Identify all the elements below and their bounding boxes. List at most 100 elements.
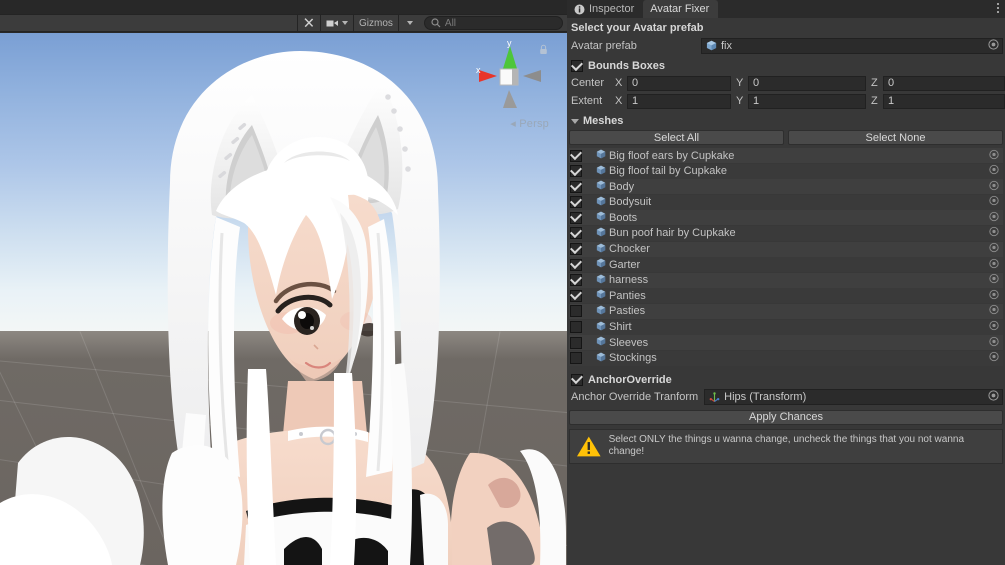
avatar-prefab-label: Avatar prefab xyxy=(571,39,637,52)
prefab-icon xyxy=(706,40,717,51)
mesh-row[interactable]: Chocker xyxy=(569,241,1003,257)
chevron-down-icon[interactable] xyxy=(571,118,579,124)
object-picker-icon[interactable] xyxy=(989,164,999,178)
axis-z-label: Z xyxy=(871,95,878,107)
object-picker-icon[interactable] xyxy=(989,320,999,334)
bounds-center-y-input[interactable]: 0 xyxy=(748,75,866,91)
object-picker-icon[interactable] xyxy=(989,274,999,287)
mesh-checkbox[interactable] xyxy=(570,165,582,178)
mesh-checkbox[interactable] xyxy=(570,196,582,209)
warning-help-box: Select ONLY the things u wanna change, u… xyxy=(569,428,1003,464)
scene-viewport[interactable]: x y ◂ Persp xyxy=(0,33,567,565)
anchor-transform-label: Anchor Override Tranform xyxy=(571,391,699,404)
object-picker-icon[interactable] xyxy=(988,38,999,53)
mesh-checkbox[interactable] xyxy=(570,274,582,287)
mesh-checkbox[interactable] xyxy=(570,352,582,365)
projection-mode-label[interactable]: ◂ Persp xyxy=(510,117,549,130)
object-picker-icon[interactable] xyxy=(989,289,999,302)
anchor-transform-field[interactable]: Hips (Transform) xyxy=(704,389,1003,406)
gizmos-dropdown-arrow[interactable] xyxy=(399,14,418,32)
mesh-icon xyxy=(596,180,606,193)
mesh-checkbox[interactable] xyxy=(570,211,582,224)
mesh-checkbox[interactable] xyxy=(570,305,582,318)
select-none-button[interactable]: Select None xyxy=(788,130,1003,145)
bounds-center-z-input[interactable]: 0 xyxy=(883,75,1005,91)
mesh-icon xyxy=(596,196,606,209)
mesh-row[interactable]: Big floof ears by Cupkake xyxy=(569,148,1003,163)
wrench-cross-icon[interactable] xyxy=(298,14,320,32)
object-picker-icon[interactable] xyxy=(989,196,999,209)
mesh-name: Body xyxy=(609,180,635,193)
bounds-extent-y-input[interactable]: 1 xyxy=(748,93,866,109)
mesh-row[interactable]: Shirt xyxy=(569,319,1003,335)
anchor-transform-value: Hips (Transform) xyxy=(724,391,807,404)
chevron-down-icon[interactable] xyxy=(406,21,413,25)
mesh-row[interactable]: harness xyxy=(569,272,1003,288)
mesh-row[interactable]: Big floof tail by Cupkake xyxy=(569,163,1003,179)
avatar-prefab-field[interactable]: fix xyxy=(701,37,1003,54)
object-picker-icon[interactable] xyxy=(989,336,999,349)
object-picker-icon[interactable] xyxy=(989,242,999,256)
mesh-checkbox[interactable] xyxy=(570,227,582,240)
mesh-row[interactable]: Pasties xyxy=(569,303,1003,319)
object-picker-icon[interactable] xyxy=(989,352,999,365)
chevron-down-icon[interactable] xyxy=(342,21,348,25)
mesh-row[interactable]: Garter xyxy=(569,257,1003,273)
mesh-row[interactable]: Sleeves xyxy=(569,335,1003,351)
mesh-row[interactable]: Bun poof hair by Cupkake xyxy=(569,225,1003,241)
lock-icon[interactable] xyxy=(539,42,548,54)
mesh-checkbox[interactable] xyxy=(570,336,582,349)
mesh-row[interactable]: Panties xyxy=(569,288,1003,304)
axis-x-label: X xyxy=(615,77,623,89)
mesh-name: Big floof tail by Cupkake xyxy=(609,165,728,178)
mesh-row[interactable]: Stockings xyxy=(569,350,1003,366)
object-picker-icon[interactable] xyxy=(989,227,999,240)
mesh-row[interactable]: Boots xyxy=(569,210,1003,226)
scene-view-panel: Gizmos All x y ◂ Persp xyxy=(0,0,567,565)
mesh-row[interactable]: Body xyxy=(569,179,1003,195)
mesh-checkbox[interactable] xyxy=(570,149,582,162)
camera-icon[interactable] xyxy=(321,14,353,32)
mesh-checkbox[interactable] xyxy=(570,321,582,334)
gizmos-dropdown[interactable]: Gizmos xyxy=(354,14,398,32)
select-all-button[interactable]: Select All xyxy=(569,130,784,145)
tab-inspector-label: Inspector xyxy=(589,3,635,15)
mesh-checkbox[interactable] xyxy=(570,289,582,302)
mesh-name: Pasties xyxy=(609,305,646,318)
unity-editor-window: Gizmos All x y ◂ Persp Inspector Avatar … xyxy=(0,0,1005,565)
gizmo-y-label: y xyxy=(507,38,512,48)
scene-orientation-gizmo[interactable]: x y ◂ Persp xyxy=(467,38,553,130)
bounds-boxes-checkbox[interactable] xyxy=(571,60,583,72)
kebab-menu-icon[interactable] xyxy=(997,3,999,13)
mesh-checkbox[interactable] xyxy=(570,180,582,193)
bounds-extent-z-input[interactable]: 1 xyxy=(883,93,1005,109)
tab-avatar-fixer-label: Avatar Fixer xyxy=(650,3,710,15)
bounds-boxes-label: Bounds Boxes xyxy=(588,60,666,72)
tab-avatar-fixer[interactable]: Avatar Fixer xyxy=(643,0,719,18)
anchor-override-toggle-row[interactable]: AnchorOverride xyxy=(567,371,1005,389)
mesh-checkbox[interactable] xyxy=(570,243,582,256)
mesh-icon xyxy=(596,274,606,287)
object-picker-icon[interactable] xyxy=(989,149,999,162)
mesh-name: harness xyxy=(609,274,649,287)
object-picker-icon[interactable] xyxy=(989,180,999,193)
mesh-row[interactable]: Bodysuit xyxy=(569,194,1003,210)
meshes-foldout[interactable]: Meshes xyxy=(567,111,1005,130)
axis-z-label: Z xyxy=(871,77,878,89)
anchor-override-checkbox[interactable] xyxy=(571,373,583,386)
tab-inspector[interactable]: Inspector xyxy=(567,0,643,18)
bounds-center-x-input[interactable]: 0 xyxy=(627,75,731,91)
object-picker-icon[interactable] xyxy=(989,305,999,318)
search-icon xyxy=(431,18,441,28)
mesh-select-buttons: Select All Select None xyxy=(567,130,1005,148)
bounds-extent-x-input[interactable]: 1 xyxy=(627,93,731,109)
mesh-checkbox[interactable] xyxy=(570,258,582,271)
object-picker-icon[interactable] xyxy=(988,390,999,404)
object-picker-icon[interactable] xyxy=(989,258,999,271)
apply-changes-button[interactable]: Apply Chances xyxy=(569,409,1003,425)
bounds-boxes-toggle-row[interactable]: Bounds Boxes xyxy=(567,57,1005,75)
axis-x-label: X xyxy=(615,95,623,107)
object-picker-icon[interactable] xyxy=(989,211,999,224)
scene-search-input[interactable]: All xyxy=(423,16,563,30)
mesh-name: Big floof ears by Cupkake xyxy=(609,149,735,162)
